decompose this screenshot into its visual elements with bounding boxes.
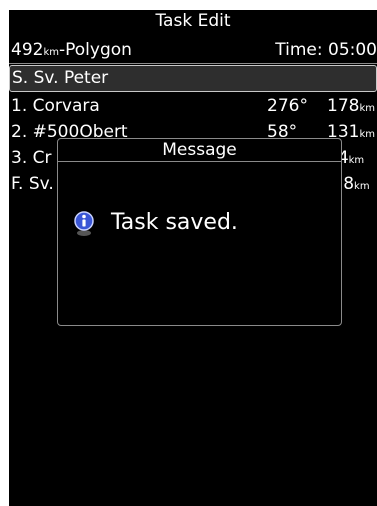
page-title: Task Edit [155, 11, 231, 31]
task-distance-type: 492km-Polygon [11, 37, 132, 66]
dialog-message: Task saved. [111, 210, 238, 235]
info-icon [73, 211, 95, 237]
waypoint-distance-unit: km [359, 103, 375, 114]
waypoint-name: 1. Corvara [11, 96, 100, 116]
waypoint-bearing: 276° [267, 96, 308, 116]
waypoint-name: 3. Cr [11, 148, 52, 168]
waypoint-distance-unit: km [354, 181, 370, 192]
task-distance-value: 492 [11, 40, 44, 60]
device-screen: Task Edit 492km-Polygon Time: 05:00 S. S… [9, 10, 377, 506]
waypoint-row-1[interactable]: 1. Corvara 276° 178km [9, 93, 377, 119]
waypoint-distance-unit: km [359, 129, 375, 140]
task-time-label: Time: 05:00 [275, 40, 377, 60]
task-summary-row[interactable]: 492km-Polygon Time: 05:00 [9, 37, 377, 64]
waypoint-name: S. Sv. Peter [12, 68, 109, 88]
message-dialog[interactable]: Message Task saved. [57, 138, 342, 326]
task-type-label: -Polygon [59, 40, 132, 60]
dialog-title: Message [58, 139, 341, 162]
task-distance-unit: km [43, 47, 59, 58]
waypoint-distance: 178km [327, 93, 375, 122]
waypoint-distance-unit: km [348, 155, 365, 166]
waypoint-name: F. Sv. [11, 174, 54, 194]
waypoint-distance-value: 178 [327, 96, 360, 116]
waypoint-row-start[interactable]: S. Sv. Peter [9, 65, 377, 92]
